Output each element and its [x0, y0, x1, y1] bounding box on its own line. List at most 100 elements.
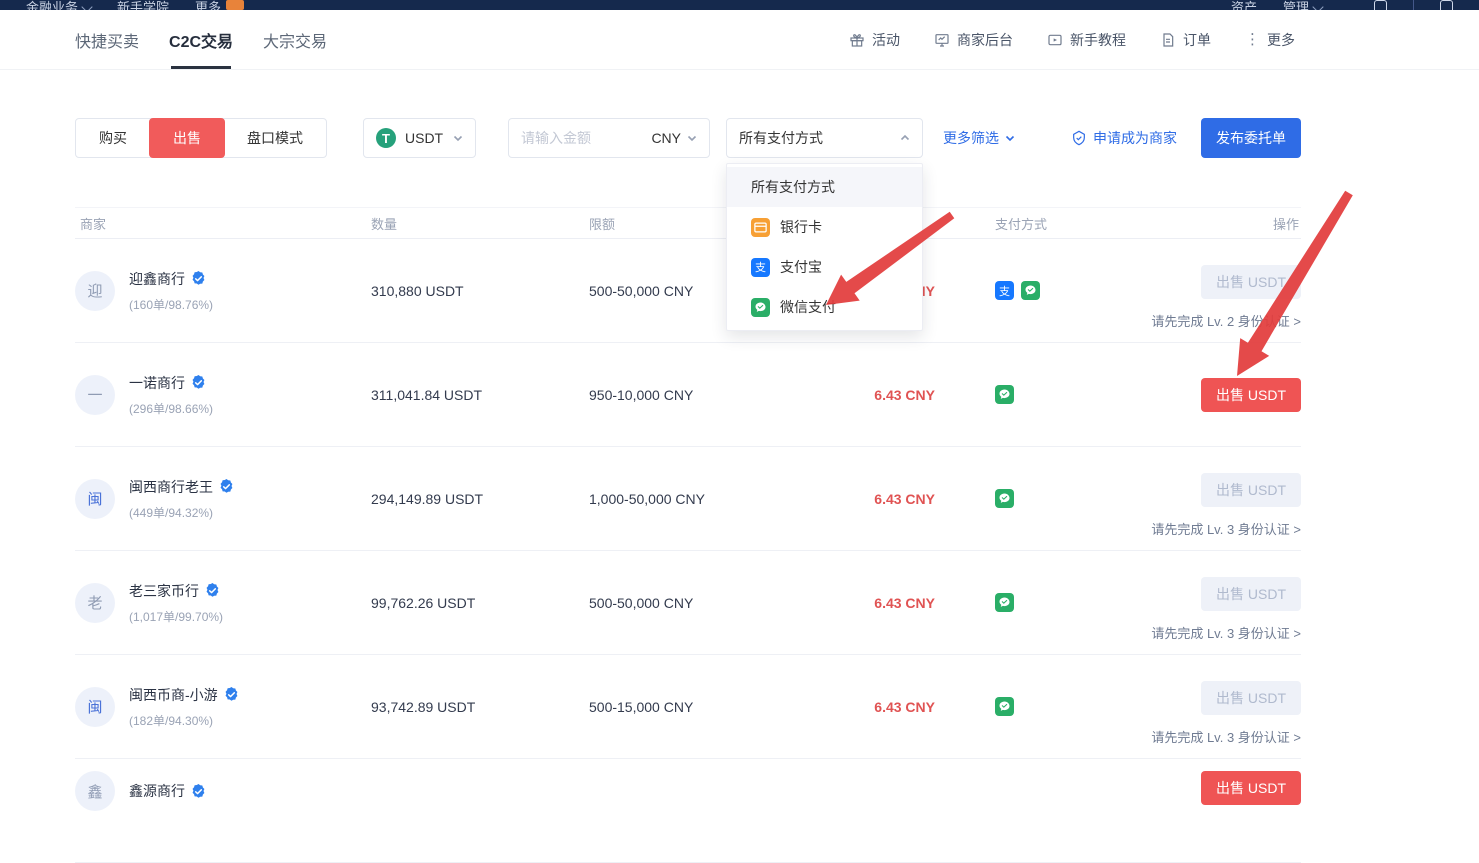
book-icon[interactable] [1440, 0, 1453, 10]
limit-cell: 500-50,000 CNY [589, 595, 835, 611]
alipay-icon: 支 [751, 258, 770, 277]
chevron-down-icon [81, 1, 92, 10]
topbar-menu-beginner[interactable]: 新手学院 [117, 0, 169, 10]
avatar: 老 [75, 583, 115, 623]
bank-card-icon [751, 218, 770, 237]
merchant-stats: (449单/94.32%) [129, 504, 234, 521]
chevron-up-icon [900, 133, 910, 143]
merchant-name[interactable]: 闽西商行老王 [129, 477, 213, 497]
price-cell: 6.43 CNY [835, 491, 935, 507]
merchant-cell: 迎 迎鑫商行 (160单/98.76%) [75, 269, 371, 313]
merchant-stats: (296单/98.66%) [129, 400, 213, 417]
divider [1413, 0, 1414, 10]
tab-express-trade[interactable]: 快捷买卖 [75, 10, 139, 70]
topbar-manage[interactable]: 管理 [1283, 0, 1322, 10]
price-cell: 6.43 CNY [835, 699, 935, 715]
nav-link-more[interactable]: ⋮ 更多 [1245, 30, 1295, 50]
limit-cell: 950-10,000 CNY [589, 387, 835, 403]
amount-cell: 93,742.89 USDT [371, 699, 589, 715]
sell-usdt-button[interactable]: 出售 USDT [1201, 265, 1301, 299]
kyc-note-link[interactable]: 请先完成 Lv. 3 身份认证 > [1151, 727, 1301, 746]
action-cell: 出售 USDT 请先完成 Lv. 3 身份认证 > [1050, 551, 1301, 654]
limit-cell: 1,000-50,000 CNY [589, 491, 835, 507]
header-amount: 数量 [371, 214, 589, 233]
nav-link-orders[interactable]: 订单 [1160, 30, 1211, 50]
payment-methods-cell [935, 697, 1050, 716]
merchant-name[interactable]: 老三家币行 [129, 581, 199, 601]
action-cell: 出售 USDT 请先完成 Lv. 2 身份认证 > [1050, 239, 1301, 342]
sell-tab[interactable]: 出售 [149, 118, 225, 158]
topbar-menu-more[interactable]: 更多 [195, 0, 244, 10]
nav-link-activity[interactable]: 活动 [849, 30, 900, 50]
action-cell: 出售 USDT [1050, 759, 1301, 862]
dropdown-option-bank-card[interactable]: 银行卡 [727, 207, 922, 247]
merchant-name[interactable]: 闽西币商-小游 [129, 685, 218, 705]
top-navbar: 金融业务 新手学院 更多 资产 管理 [0, 0, 1479, 10]
payment-method-select[interactable]: 所有支付方式 所有支付方式 银行卡 支 支付宝 微信 [726, 118, 923, 158]
amount-input[interactable] [521, 130, 621, 146]
dropdown-option-all-payments[interactable]: 所有支付方式 [727, 167, 922, 207]
filter-bar: 购买 出售 盘口模式 T USDT CNY 所有支付方式 所有支付方式 [75, 118, 1301, 158]
kyc-note-link[interactable]: 请先完成 Lv. 2 身份认证 > [1151, 311, 1301, 330]
avatar: 迎 [75, 271, 115, 311]
table-row: 闽 闽西商行老王 (449单/94.32%) 294,149.89 USDT 1… [75, 447, 1301, 551]
merchant-name[interactable]: 迎鑫商行 [129, 269, 185, 289]
wechat-icon [995, 489, 1014, 508]
sell-usdt-button[interactable]: 出售 USDT [1201, 378, 1301, 412]
price-cell: 6.43 CNY [835, 595, 935, 611]
chevron-down-icon [453, 133, 463, 143]
merchant-stats: (1,017单/99.70%) [129, 608, 223, 625]
merchant-cell: 老 老三家币行 (1,017单/99.70%) [75, 581, 371, 625]
sell-usdt-button[interactable]: 出售 USDT [1201, 771, 1301, 805]
payment-methods-cell [935, 593, 1050, 612]
tab-c2c-trade[interactable]: C2C交易 [169, 10, 233, 70]
payment-methods-cell [935, 385, 1050, 404]
new-badge [226, 0, 244, 10]
table-row: 闽 闽西币商-小游 (182单/94.30%) 93,742.89 USDT 5… [75, 655, 1301, 759]
header-merchant: 商家 [75, 214, 371, 233]
currency-select[interactable]: CNY [651, 130, 697, 146]
apply-merchant-button[interactable]: 申请成为商家 [1071, 128, 1177, 148]
topbar-assets[interactable]: 资产 [1231, 0, 1257, 10]
dropdown-option-alipay[interactable]: 支 支付宝 [727, 247, 922, 287]
price-cell: 6.43 CNY [835, 387, 935, 403]
gift-icon [849, 32, 865, 48]
merchant-stats: (160单/98.76%) [129, 296, 213, 313]
table-row: 一 一诺商行 (296单/98.66%) 311,041.84 USDT 950… [75, 343, 1301, 447]
kyc-note-link[interactable]: 请先完成 Lv. 3 身份认证 > [1151, 519, 1301, 538]
sell-usdt-button[interactable]: 出售 USDT [1201, 577, 1301, 611]
video-icon [1047, 32, 1063, 48]
sell-usdt-button[interactable]: 出售 USDT [1201, 681, 1301, 715]
trade-mode-switch: 购买 出售 盘口模式 [75, 118, 327, 158]
wechat-icon [995, 593, 1014, 612]
shield-check-icon [1071, 130, 1087, 146]
dropdown-option-wechat-pay[interactable]: 微信支付 [727, 287, 922, 327]
topbar-menu-finance[interactable]: 金融业务 [26, 0, 91, 10]
orderbook-mode-tab[interactable]: 盘口模式 [224, 119, 326, 157]
wechat-icon [1021, 281, 1040, 300]
more-dots-icon: ⋮ [1245, 33, 1260, 47]
table-row: 老 老三家币行 (1,017单/99.70%) 99,762.26 USDT 5… [75, 551, 1301, 655]
offers-table: 商家 数量 限额 支付方式 操作 迎 迎鑫商行 (160单/98.76%) 31… [75, 207, 1301, 863]
post-ad-button[interactable]: 发布委托单 [1201, 118, 1301, 158]
more-filters-button[interactable]: 更多筛选 [943, 128, 1015, 148]
buy-tab[interactable]: 购买 [76, 119, 150, 157]
kyc-note-link[interactable]: 请先完成 Lv. 3 身份认证 > [1151, 623, 1301, 642]
user-icon[interactable] [1374, 0, 1387, 10]
limit-cell: 500-15,000 CNY [589, 699, 835, 715]
verified-badge-icon [191, 271, 206, 286]
nav-link-tutorial[interactable]: 新手教程 [1047, 30, 1126, 50]
merchant-name[interactable]: 一诺商行 [129, 373, 185, 393]
tab-block-trade[interactable]: 大宗交易 [263, 10, 327, 70]
table-row: 鑫 鑫源商行 出售 USDT [75, 759, 1301, 863]
merchant-cell: 鑫 鑫源商行 [75, 759, 371, 811]
amount-cell: 311,041.84 USDT [371, 387, 589, 403]
sell-usdt-button[interactable]: 出售 USDT [1201, 473, 1301, 507]
merchant-cell: 一 一诺商行 (296单/98.66%) [75, 373, 371, 417]
payment-method-dropdown: 所有支付方式 银行卡 支 支付宝 微信支付 [726, 163, 923, 331]
nav-link-merchant-console[interactable]: 商家后台 [934, 30, 1013, 50]
coin-select[interactable]: T USDT [363, 118, 476, 158]
merchant-name[interactable]: 鑫源商行 [129, 781, 185, 801]
tether-icon: T [376, 128, 396, 148]
payment-methods-cell [935, 489, 1050, 508]
